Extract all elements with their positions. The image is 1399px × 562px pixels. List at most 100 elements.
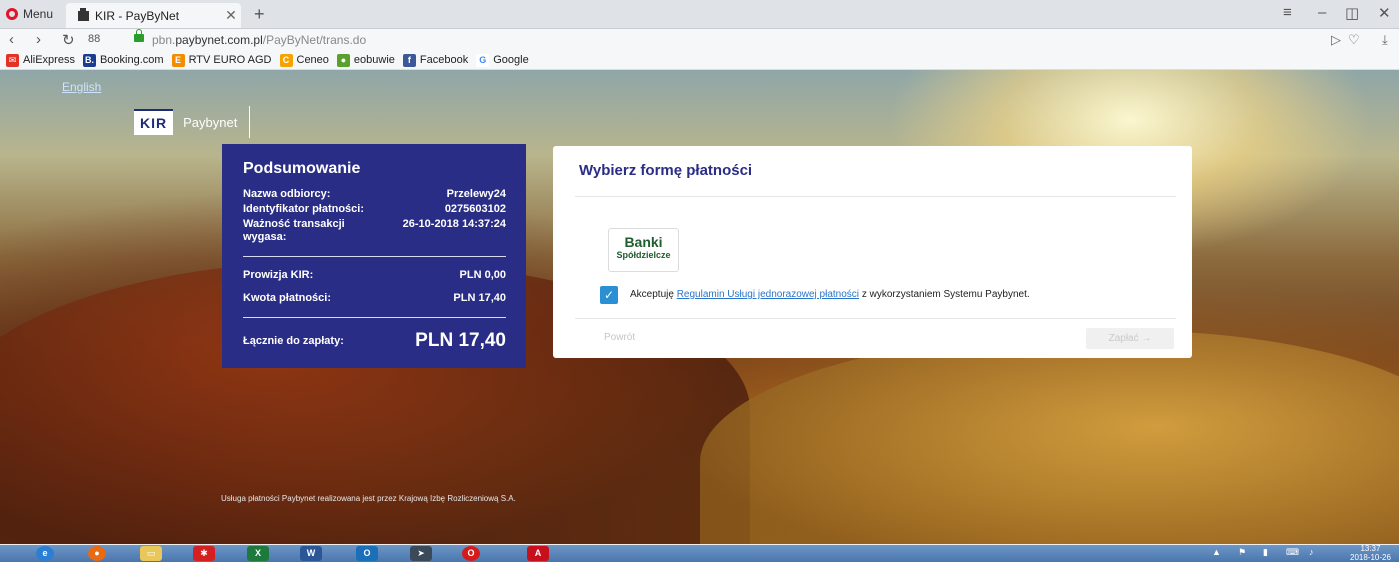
ie-icon[interactable]: e bbox=[36, 546, 54, 561]
commission-value: PLN 0,00 bbox=[459, 269, 506, 281]
kir-logo: KIR bbox=[134, 109, 174, 135]
bookmark-ceneo[interactable]: C Ceneo bbox=[279, 53, 329, 67]
word-icon[interactable]: W bbox=[300, 546, 322, 561]
minimize-icon[interactable]: – bbox=[1318, 4, 1326, 21]
browser-tab-active[interactable]: KIR - PayByNet ✕ bbox=[66, 3, 241, 28]
browser-tab-bar: Menu KIR - PayByNet ✕ + ≡ – ◫ ✕ bbox=[0, 0, 1399, 29]
bookmark-label: Facebook bbox=[419, 54, 469, 66]
bookmark-label: Ceneo bbox=[296, 54, 329, 66]
url-host: paybynet.com.pl bbox=[175, 33, 263, 47]
back-icon[interactable]: ‹ bbox=[9, 31, 14, 48]
bank-option-banki-spoldzielcze[interactable]: Banki Spółdzielcze bbox=[608, 228, 679, 272]
snap-icon[interactable]: ▷ bbox=[1331, 32, 1341, 48]
url-field[interactable]: pbn.paybynet.com.pl/PayByNet/trans.do bbox=[152, 33, 366, 47]
booking-icon: B. bbox=[82, 53, 96, 67]
lock-icon bbox=[134, 29, 144, 42]
commission-label: Prowizja KIR: bbox=[243, 269, 314, 281]
summary-divider bbox=[243, 256, 506, 257]
forward-icon[interactable]: › bbox=[36, 31, 41, 48]
bookmark-label: Google bbox=[493, 54, 529, 66]
paybynet-logo: Paybynet bbox=[183, 114, 238, 130]
aliexpress-icon: ✉ bbox=[6, 53, 19, 67]
tray-lang-icon[interactable]: ⌨ bbox=[1286, 547, 1299, 558]
terms-checkbox[interactable]: ✓ bbox=[600, 286, 618, 304]
total-value: PLN 17,40 bbox=[415, 330, 506, 351]
summary-row-commission: Prowizja KIR: PLN 0,00 bbox=[243, 269, 506, 282]
eobuwie-icon: ● bbox=[336, 53, 350, 67]
bookmark-booking[interactable]: B. Booking.com bbox=[82, 53, 164, 67]
restore-icon[interactable]: ◫ bbox=[1345, 4, 1359, 22]
app-icon[interactable]: ✱ bbox=[193, 546, 215, 561]
payment-title: Wybierz formę płatności bbox=[579, 162, 753, 179]
rtv-icon: E bbox=[171, 53, 185, 67]
new-tab-button[interactable]: + bbox=[254, 4, 265, 25]
page-background: English KIR Paybynet Podsumowanie Nazwa … bbox=[0, 70, 1399, 544]
opera-menu-button[interactable]: Menu bbox=[6, 5, 53, 23]
google-icon: G bbox=[476, 53, 490, 67]
reload-icon[interactable]: ↻ bbox=[62, 31, 75, 49]
outlook-icon[interactable]: O bbox=[356, 546, 378, 561]
tray-flag-icon[interactable]: ⚑ bbox=[1238, 547, 1246, 558]
back-button[interactable]: Powrót bbox=[604, 332, 635, 343]
windows-taskbar: e ● ▭ ✱ X W O ➤ O A ▲ ⚑ ▮ ⌨ ♪ 13:37 2018… bbox=[0, 544, 1399, 562]
acrobat-icon[interactable]: A bbox=[527, 546, 549, 561]
summary-divider-2 bbox=[243, 317, 506, 318]
kir-paybynet-logo: KIR Paybynet bbox=[134, 106, 251, 138]
tray-network-icon[interactable]: ▮ bbox=[1263, 547, 1268, 558]
bookmark-facebook[interactable]: f Facebook bbox=[402, 53, 469, 67]
tab-title: KIR - PayByNet bbox=[95, 8, 180, 23]
tray-arrow-icon[interactable]: ▲ bbox=[1212, 547, 1221, 557]
tray-volume-icon[interactable]: ♪ bbox=[1309, 547, 1314, 557]
excel-icon[interactable]: X bbox=[247, 546, 269, 561]
payment-divider-top bbox=[575, 196, 1176, 197]
amount-label: Kwota płatności: bbox=[243, 292, 332, 304]
summary-row-amount: Kwota płatności: PLN 17,40 bbox=[243, 292, 506, 305]
payment-id-label: Identyfikator płatności: bbox=[243, 203, 365, 215]
clock-date: 2018-10-26 bbox=[1350, 553, 1391, 562]
language-english-link[interactable]: English bbox=[62, 80, 101, 94]
terms-suffix: z wykorzystaniem Systemu Paybynet. bbox=[861, 289, 1030, 300]
app-arrow-icon[interactable]: ➤ bbox=[410, 546, 432, 561]
url-prefix: pbn. bbox=[152, 33, 176, 47]
bookmark-aliexpress[interactable]: ✉ AliExpress bbox=[6, 53, 75, 67]
terms-text: Akceptuję Regulamin Usługi jednorazowej … bbox=[630, 289, 1030, 300]
clock-time: 13:37 bbox=[1360, 544, 1381, 553]
summary-row-expiry: Ważność transakcji wygasa: 26-10-2018 14… bbox=[243, 218, 506, 244]
firefox-icon[interactable]: ● bbox=[88, 546, 106, 561]
terms-link[interactable]: Regulamin Usługi jednorazowej płatności bbox=[677, 289, 859, 300]
bookmark-google[interactable]: G Google bbox=[476, 53, 529, 67]
payment-divider-bottom bbox=[575, 318, 1176, 319]
payment-id-value: 0275603102 bbox=[444, 203, 506, 215]
total-label: Łącznie do zapłaty: bbox=[243, 335, 344, 347]
logo-separator bbox=[249, 106, 251, 138]
bookmarks-bar: ✉ AliExpress B. Booking.com E RTV EURO AGD C Ce… bbox=[0, 51, 1399, 70]
bookmark-label: AliExpress bbox=[23, 54, 75, 66]
explorer-icon[interactable]: ▭ bbox=[140, 546, 162, 561]
pay-button[interactable]: Zapłać → bbox=[1086, 328, 1174, 349]
opera-taskbar-icon[interactable]: O bbox=[462, 546, 480, 561]
summary-row-payment-id: Identyfikator płatności: 0275603102 bbox=[243, 203, 506, 216]
summary-total: Łącznie do zapłaty: PLN 17,40 bbox=[243, 330, 506, 352]
opera-logo-icon bbox=[6, 8, 18, 20]
bank-name-line1: Banki bbox=[624, 234, 663, 250]
address-bar: ‹ › ↻ 88 pbn.paybynet.com.pl/PayByNet/tr… bbox=[0, 29, 1399, 51]
summary-title: Podsumowanie bbox=[243, 160, 361, 177]
heart-icon[interactable]: ♡ bbox=[1348, 32, 1360, 48]
tab-menu-icon[interactable]: ≡ bbox=[1283, 4, 1292, 21]
bookmark-eobuwie[interactable]: ● eobuwie bbox=[336, 53, 395, 67]
recipient-label: Nazwa odbiorcy: bbox=[243, 188, 331, 200]
speed-dial-button[interactable]: 88 bbox=[88, 33, 100, 45]
amount-value: PLN 17,40 bbox=[453, 292, 506, 304]
background-hill-right bbox=[700, 330, 1399, 544]
facebook-icon: f bbox=[402, 53, 416, 67]
tab-favicon-icon bbox=[78, 7, 89, 21]
bookmark-label: Booking.com bbox=[99, 54, 164, 66]
tab-close-icon[interactable]: ✕ bbox=[221, 7, 241, 24]
bank-name-line2: Spółdzielcze bbox=[616, 250, 671, 260]
bookmark-rtv[interactable]: E RTV EURO AGD bbox=[171, 53, 272, 67]
tray-clock[interactable]: 13:37 2018-10-26 bbox=[1350, 544, 1391, 562]
download-icon[interactable]: ⤓ bbox=[1382, 32, 1388, 48]
payment-method-panel: Wybierz formę płatności Banki Spółdzielc… bbox=[553, 146, 1192, 358]
close-window-icon[interactable]: ✕ bbox=[1378, 4, 1391, 22]
summary-row-recipient: Nazwa odbiorcy: Przelewy24 bbox=[243, 188, 506, 201]
